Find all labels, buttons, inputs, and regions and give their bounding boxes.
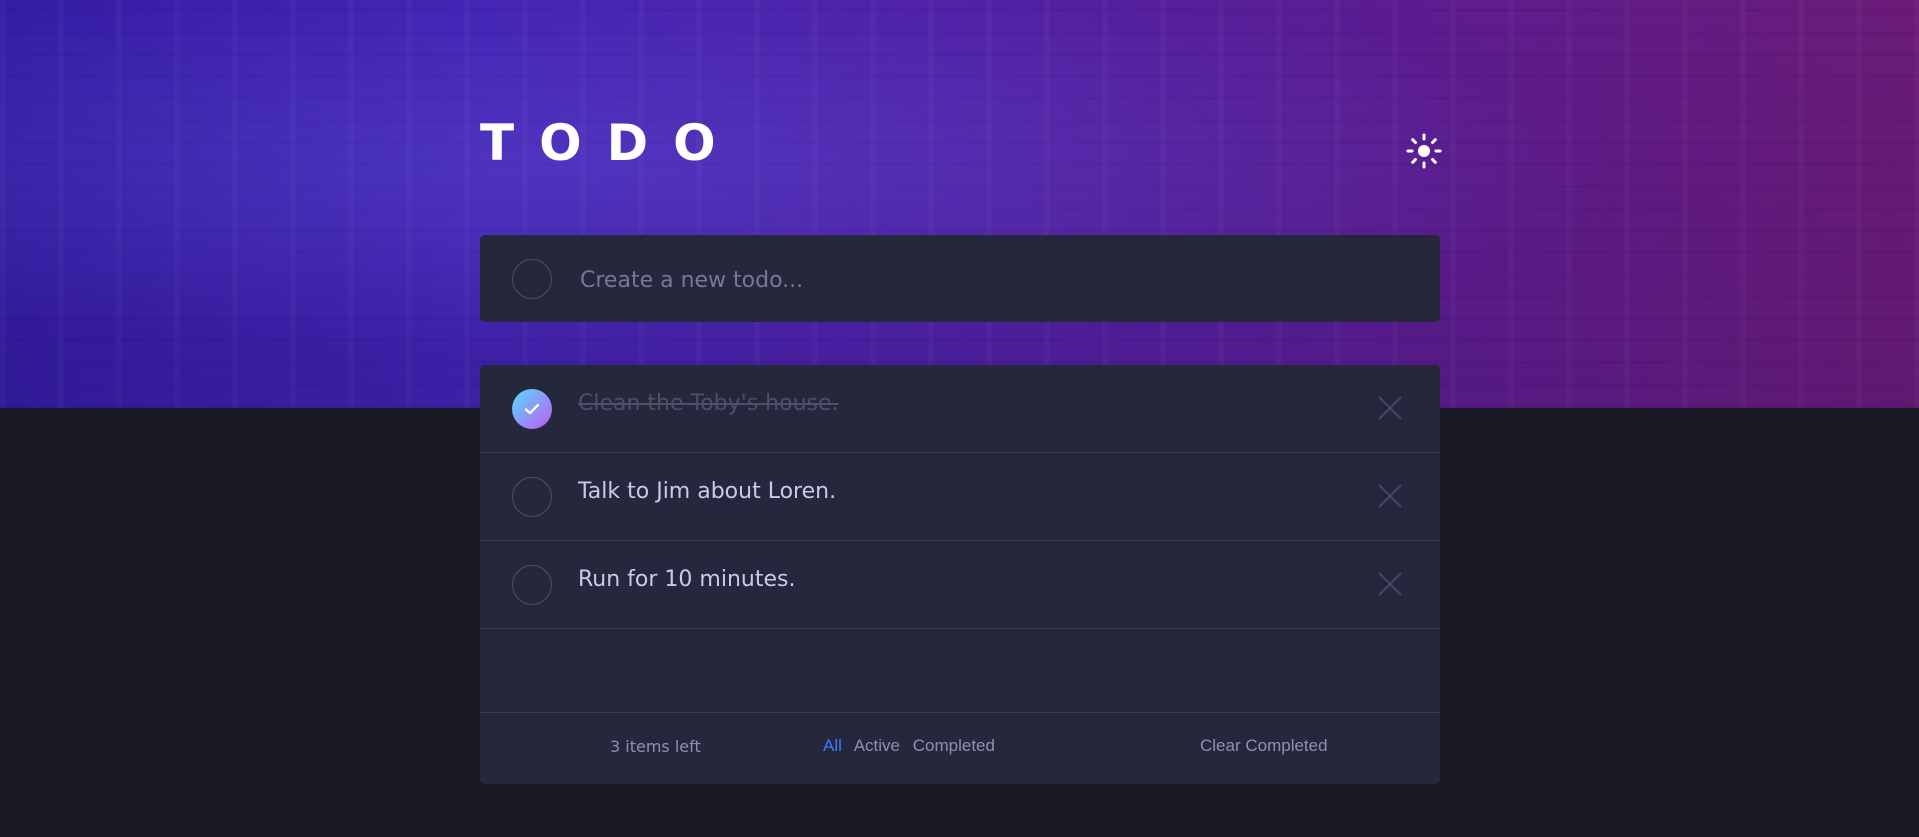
delete-todo-button[interactable] — [1375, 481, 1405, 511]
sun-icon — [1406, 133, 1442, 169]
todo-complete-toggle[interactable] — [512, 389, 552, 429]
new-todo-panel — [480, 235, 1440, 322]
todo-item: Run for 10 minutes. — [480, 541, 1440, 629]
filter-group: All Active Completed — [823, 736, 1003, 756]
todo-text: Talk to Jim about Loren. — [578, 479, 837, 504]
delete-todo-button[interactable] — [1375, 569, 1405, 599]
check-icon — [524, 403, 540, 415]
theme-toggle-button[interactable] — [1404, 131, 1444, 171]
todo-item: Clean the Toby's house. — [480, 365, 1440, 453]
items-left-count: 3 items left — [610, 737, 701, 756]
filter-active-button[interactable]: Active — [854, 736, 900, 755]
todo-text: Clean the Toby's house. — [578, 391, 839, 416]
todo-item: Talk to Jim about Loren. — [480, 453, 1440, 541]
todo-list: Clean the Toby's house. Talk to Jim abou… — [480, 365, 1440, 784]
todo-complete-toggle[interactable] — [512, 565, 552, 605]
page-title: TODO — [480, 114, 741, 172]
todo-complete-toggle[interactable] — [512, 477, 552, 517]
close-icon — [1378, 572, 1402, 596]
close-icon — [1378, 396, 1402, 420]
todo-text: Run for 10 minutes. — [578, 567, 796, 592]
close-icon — [1378, 484, 1402, 508]
clear-completed-button[interactable]: Clear Completed — [1200, 736, 1328, 756]
filter-all-button[interactable]: All — [823, 736, 842, 755]
new-todo-check-circle[interactable] — [512, 259, 552, 299]
header-background-image — [0, 0, 1919, 408]
list-empty-space — [480, 629, 1440, 713]
delete-todo-button[interactable] — [1375, 393, 1405, 423]
filter-completed-button[interactable]: Completed — [913, 736, 995, 755]
new-todo-input[interactable] — [578, 255, 1402, 305]
list-footer: 3 items left All Active Completed Clear … — [480, 713, 1440, 784]
